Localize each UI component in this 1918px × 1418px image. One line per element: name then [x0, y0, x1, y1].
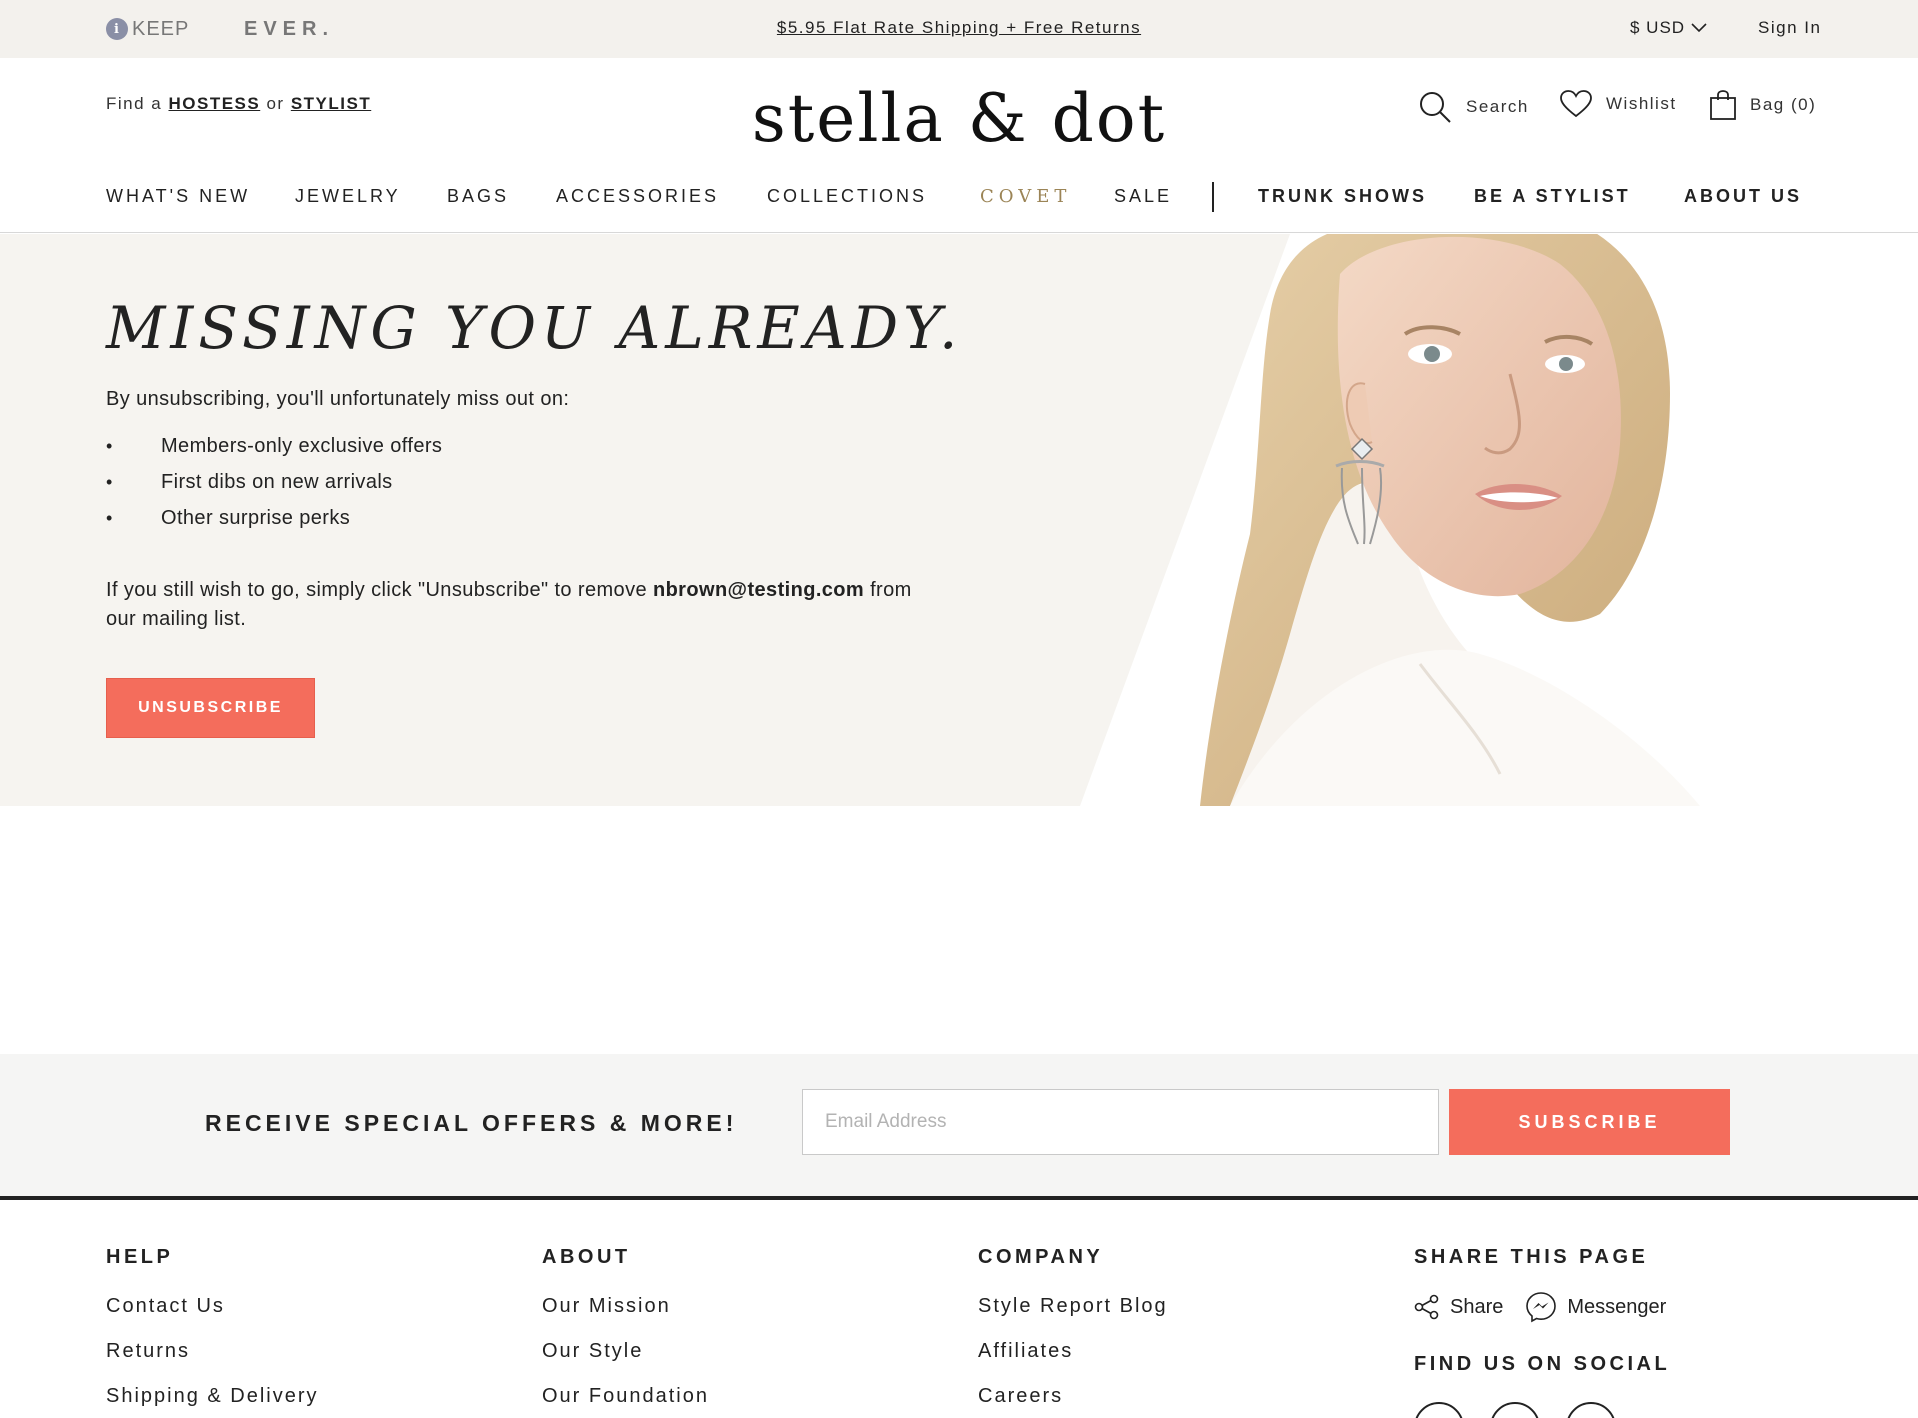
footer-about-title: ABOUT — [542, 1246, 631, 1268]
nav-whats-new[interactable]: WHAT'S NEW — [106, 186, 250, 207]
messenger-label: Messenger — [1567, 1295, 1667, 1318]
messenger-icon — [1526, 1292, 1557, 1323]
currency-selector[interactable]: $ USD — [1630, 18, 1707, 38]
heart-icon — [1560, 90, 1592, 118]
site-footer: HELP Contact Us Returns Shipping & Deliv… — [0, 1204, 1918, 1418]
footer-link-returns[interactable]: Returns — [106, 1340, 319, 1385]
instructions-text: If you still wish to go, simply click "U… — [106, 579, 653, 601]
nav-be-a-stylist[interactable]: BE A STYLIST — [1474, 186, 1631, 207]
perk-item: Members-only exclusive offers — [106, 434, 442, 470]
social-links — [1414, 1402, 1676, 1418]
newsletter-signup: RECEIVE SPECIAL OFFERS & MORE! SUBSCRIBE — [0, 1054, 1918, 1200]
unsubscribe-instructions: If you still wish to go, simply click "U… — [106, 576, 936, 634]
unsubscribe-hero: MISSING YOU ALREADY. By unsubscribing, y… — [0, 234, 1918, 806]
nav-covet[interactable]: COVET — [980, 186, 1071, 207]
share-actions: Share Messenger — [1414, 1291, 1676, 1323]
footer-link-our-style[interactable]: Our Style — [542, 1340, 709, 1385]
bag-label: Bag (0) — [1750, 95, 1817, 114]
top-utility-bar: i KEEP EVER. $5.95 Flat Rate Shipping + … — [0, 0, 1918, 58]
nav-collections[interactable]: COLLECTIONS — [767, 186, 927, 207]
footer-help: HELP Contact Us Returns Shipping & Deliv… — [106, 1246, 319, 1418]
hero-intro: By unsubscribing, you'll unfortunately m… — [106, 388, 570, 410]
subscribe-button[interactable]: SUBSCRIBE — [1449, 1089, 1730, 1155]
sign-in-link[interactable]: Sign In — [1758, 18, 1821, 38]
perks-list: Members-only exclusive offers First dibs… — [106, 434, 442, 542]
perk-item: First dibs on new arrivals — [106, 470, 442, 506]
social-icon[interactable] — [1490, 1402, 1540, 1418]
perk-item: Other surprise perks — [106, 506, 442, 542]
footer-link-our-foundation[interactable]: Our Foundation — [542, 1385, 709, 1418]
nav-divider — [1212, 182, 1214, 212]
footer-link-careers[interactable]: Careers — [978, 1385, 1168, 1418]
footer-link-our-mission[interactable]: Our Mission — [542, 1295, 709, 1340]
bag-button[interactable]: Bag (0) — [1710, 90, 1816, 120]
footer-about: ABOUT Our Mission Our Style Our Foundati… — [542, 1246, 709, 1418]
nav-jewelry[interactable]: JEWELRY — [295, 186, 401, 207]
footer-share: SHARE THIS PAGE Share Messenger FIND US … — [1414, 1246, 1676, 1418]
social-icon[interactable] — [1414, 1402, 1464, 1418]
share-icon — [1414, 1294, 1439, 1320]
model-photo — [1080, 234, 1918, 806]
bag-icon — [1710, 90, 1736, 120]
footer-help-title: HELP — [106, 1246, 174, 1268]
social-icon[interactable] — [1566, 1402, 1616, 1418]
search-icon — [1420, 92, 1451, 123]
share-label: Share — [1450, 1295, 1504, 1318]
subscriber-email: nbrown@testing.com — [652, 579, 865, 601]
nav-about-us[interactable]: ABOUT US — [1684, 186, 1802, 207]
nav-accessories[interactable]: ACCESSORIES — [556, 186, 719, 207]
search-button[interactable]: Search — [1418, 90, 1529, 124]
share-button[interactable]: Share — [1414, 1294, 1503, 1320]
wishlist-button[interactable]: Wishlist — [1560, 90, 1677, 118]
footer-company: COMPANY Style Report Blog Affiliates Car… — [978, 1246, 1168, 1418]
hero-title: MISSING YOU ALREADY. — [106, 294, 963, 362]
messenger-button[interactable]: Messenger — [1525, 1291, 1666, 1323]
footer-company-title: COMPANY — [978, 1246, 1104, 1268]
footer-share-title: SHARE THIS PAGE — [1414, 1246, 1649, 1268]
chevron-down-icon — [1691, 23, 1707, 33]
nav-bags[interactable]: BAGS — [447, 186, 509, 207]
email-field[interactable] — [802, 1089, 1439, 1155]
site-header: Find a HOSTESS or STYLIST stella & dot S… — [0, 58, 1918, 233]
newsletter-label: RECEIVE SPECIAL OFFERS & MORE! — [205, 1110, 738, 1136]
footer-link-style-report-blog[interactable]: Style Report Blog — [978, 1295, 1168, 1340]
search-label: Search — [1466, 97, 1529, 116]
currency-label: $ USD — [1630, 18, 1686, 37]
nav-trunk-shows[interactable]: TRUNK SHOWS — [1258, 186, 1427, 207]
wishlist-label: Wishlist — [1606, 94, 1677, 113]
nav-sale[interactable]: SALE — [1114, 186, 1172, 207]
unsubscribe-button[interactable]: UNSUBSCRIBE — [106, 678, 315, 738]
footer-link-affiliates[interactable]: Affiliates — [978, 1340, 1168, 1385]
footer-social-title: FIND US ON SOCIAL — [1414, 1353, 1671, 1375]
footer-link-shipping[interactable]: Shipping & Delivery — [106, 1385, 319, 1418]
footer-link-contact-us[interactable]: Contact Us — [106, 1295, 319, 1340]
